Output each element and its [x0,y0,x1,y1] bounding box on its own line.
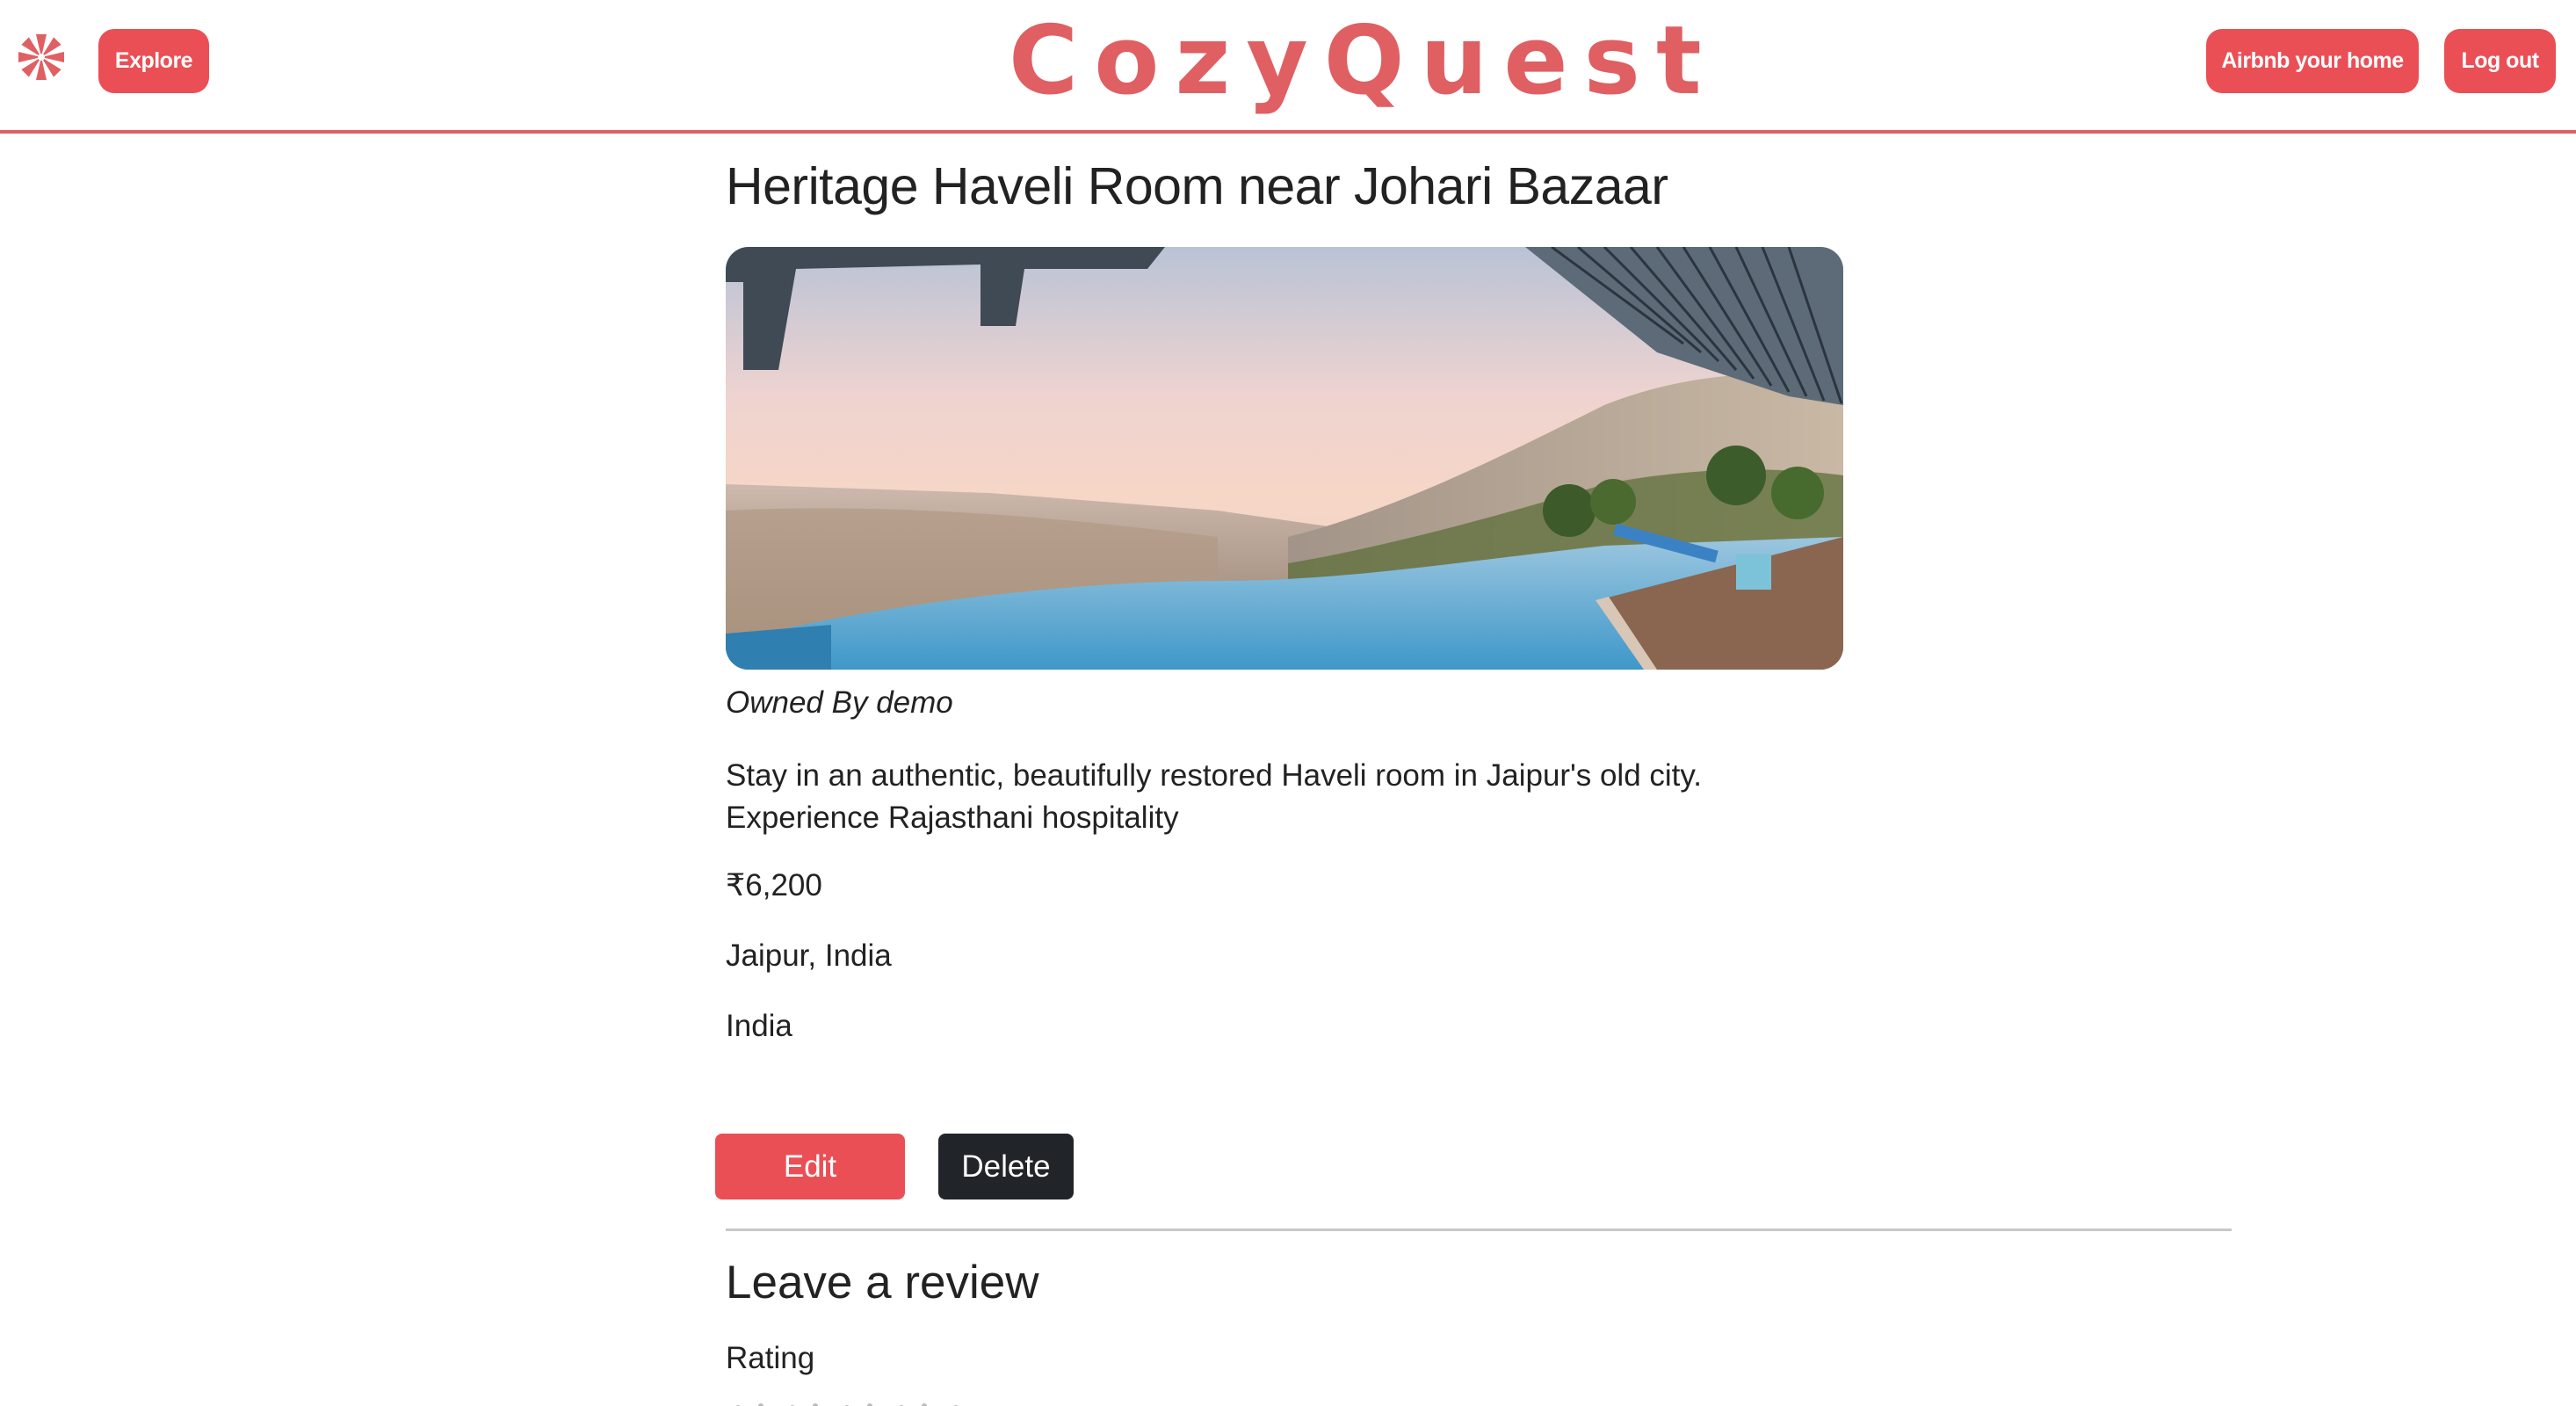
logout-button[interactable]: Log out [2444,29,2556,93]
divider [726,1228,2232,1231]
listing-location: Jaipur, India [726,939,892,973]
rating-stars[interactable] [726,1388,1024,1406]
listing-price: ₹6,200 [726,868,822,902]
delete-button[interactable]: Delete [938,1134,1074,1199]
review-heading: Leave a review [726,1257,1039,1308]
explore-button[interactable]: Explore [98,29,209,93]
listing-image [726,247,1843,670]
compass-icon[interactable] [16,32,67,83]
listing-description: Stay in an authentic, beautifully restor… [726,758,1703,835]
listing-owner: Owned By demo [726,685,953,720]
listing-country: India [726,1009,792,1043]
listing-title: Heritage Haveli Room near Johari Bazaar [726,157,1668,215]
brand-logo[interactable]: CozyQuest [1009,0,1702,123]
navbar: Explore CozyQuest Airbnb your home Log o… [0,0,2576,134]
airbnb-your-home-button[interactable]: Airbnb your home [2206,29,2419,93]
rating-label: Rating [726,1341,815,1375]
edit-button[interactable]: Edit [715,1134,905,1199]
